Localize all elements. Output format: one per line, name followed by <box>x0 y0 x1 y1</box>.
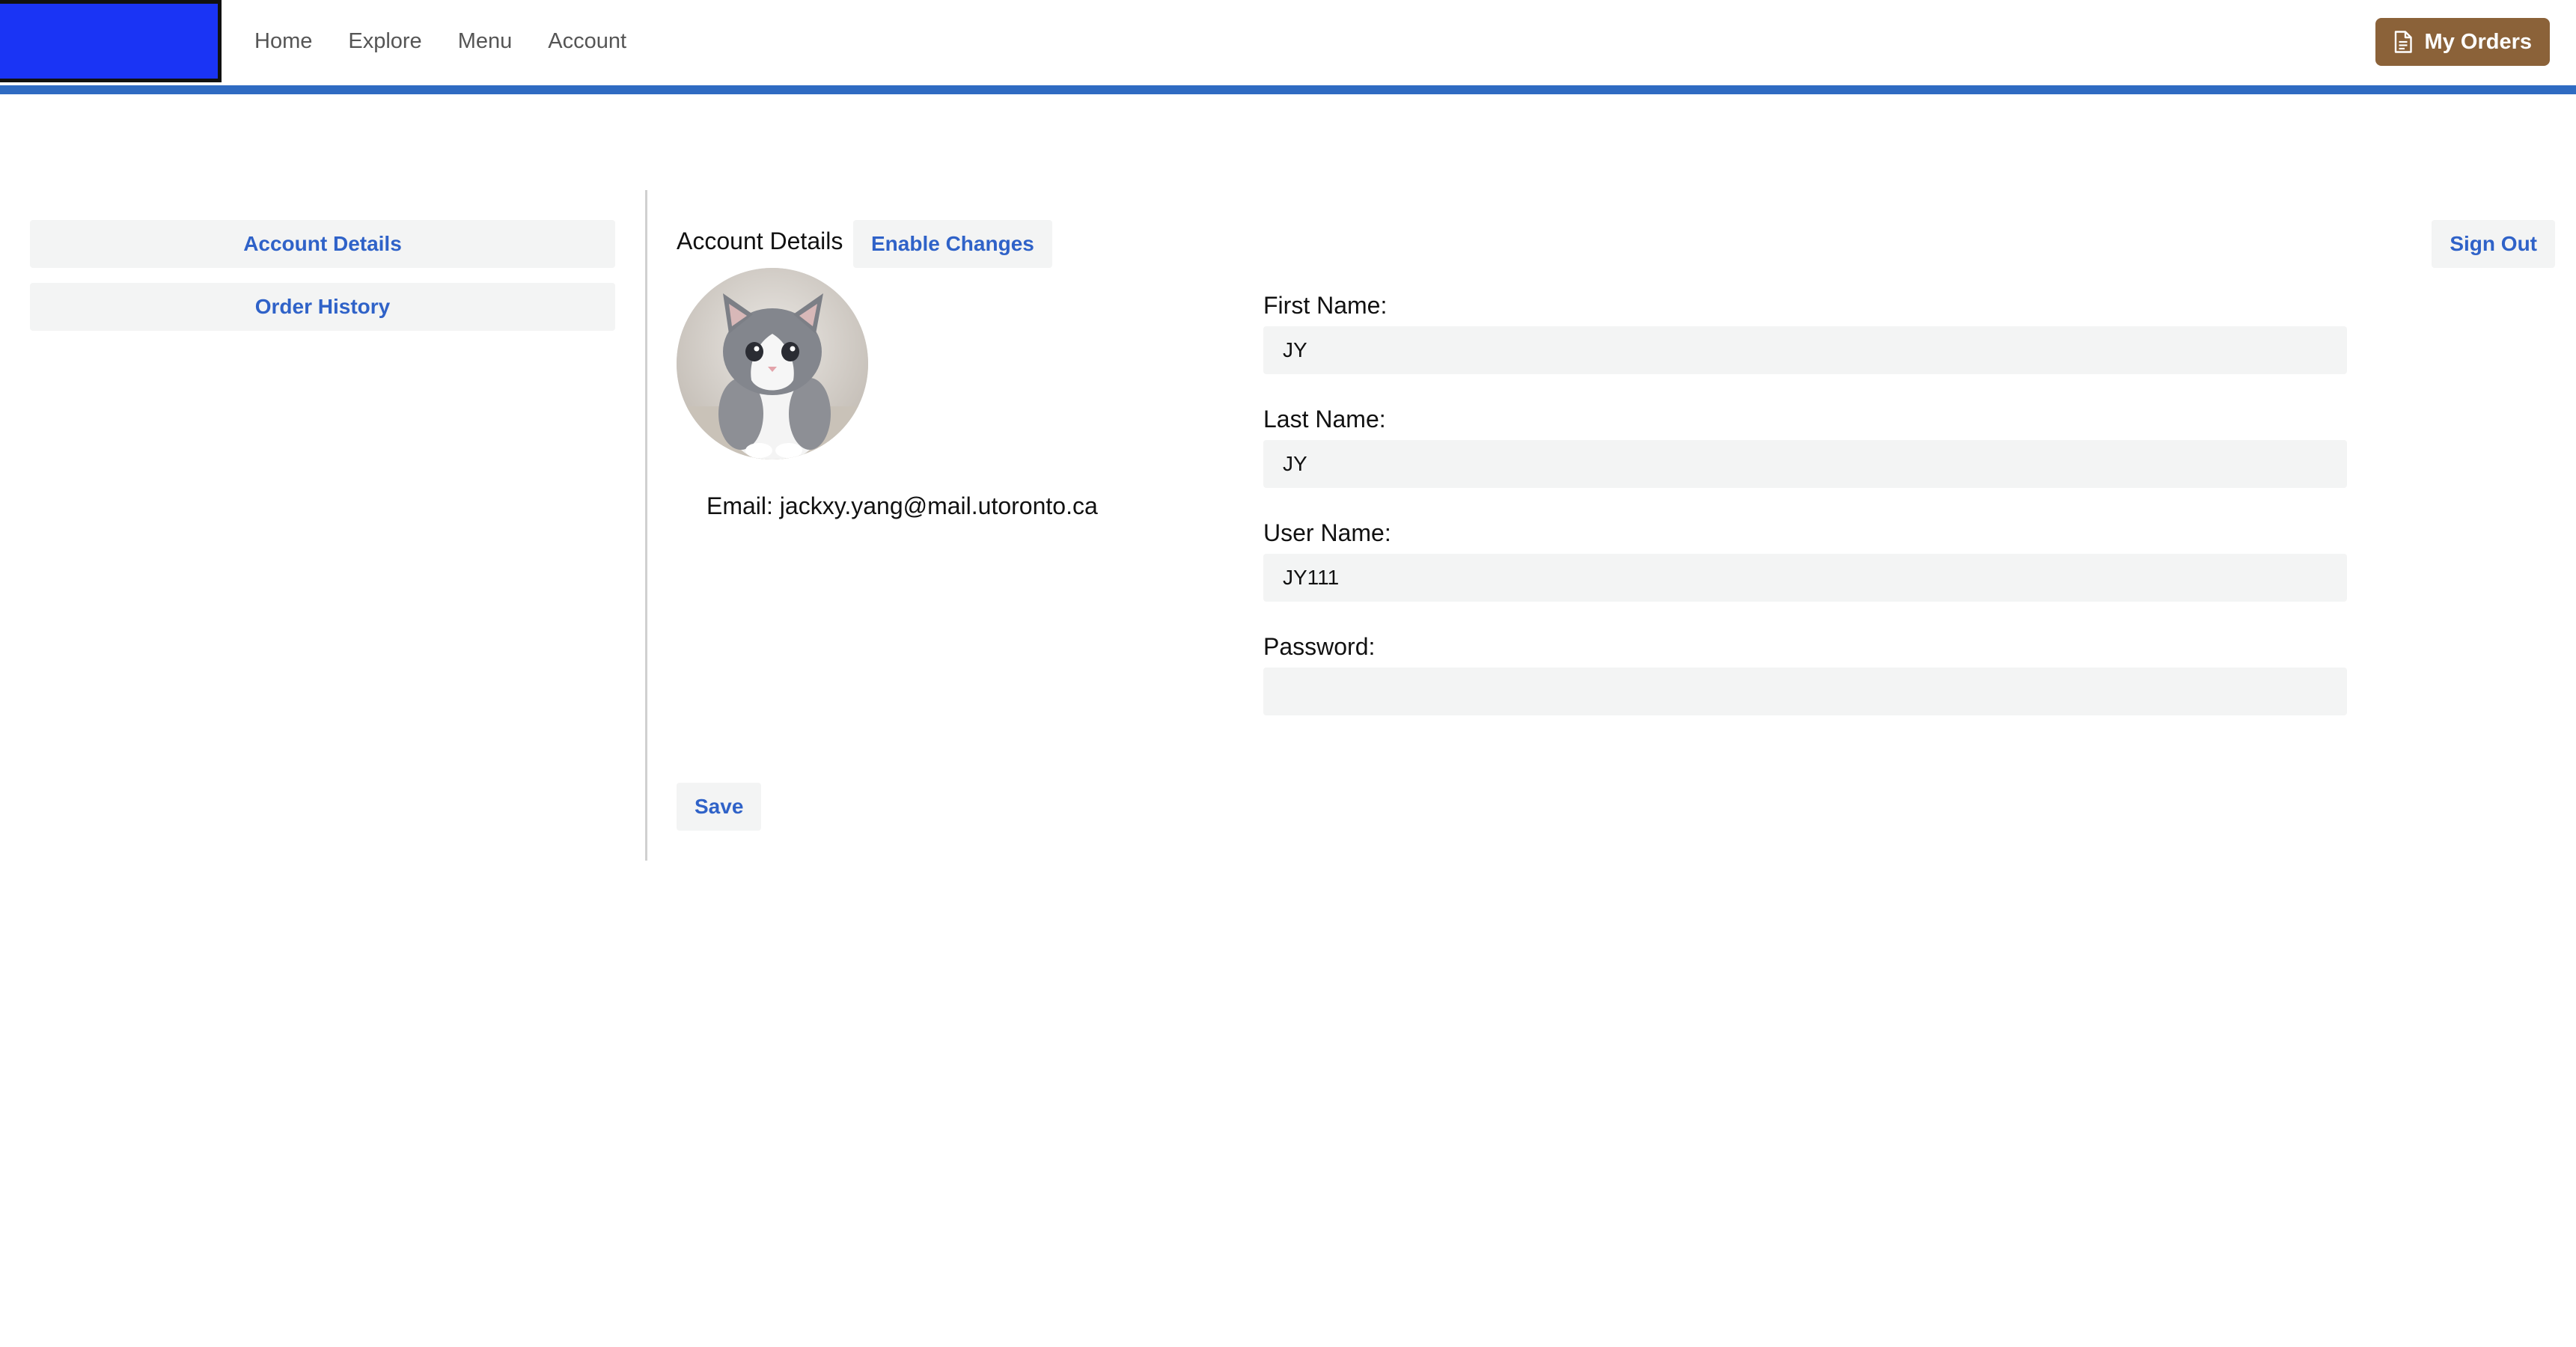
nav-link-explore[interactable]: Explore <box>348 29 421 54</box>
user-name-field-group: User Name: <box>1263 519 2347 602</box>
nav-link-home[interactable]: Home <box>254 29 312 54</box>
cat-avatar-image <box>677 268 868 459</box>
last-name-field-group: Last Name: <box>1263 406 2347 488</box>
last-name-label: Last Name: <box>1263 406 1386 433</box>
account-sidebar: Account Details Order History <box>30 220 615 346</box>
nav-link-menu[interactable]: Menu <box>458 29 513 54</box>
sidebar-item-account-details[interactable]: Account Details <box>30 220 615 268</box>
save-button[interactable]: Save <box>677 783 762 831</box>
document-icon <box>2393 31 2413 53</box>
top-navbar: Home Explore Menu Account My Orders <box>0 0 2576 94</box>
page-title: Account Details <box>677 227 843 254</box>
user-name-label: User Name: <box>1263 519 1391 546</box>
avatar <box>677 268 868 459</box>
enable-changes-button[interactable]: Enable Changes <box>853 220 1052 268</box>
password-label: Password: <box>1263 633 1376 660</box>
brand-logo[interactable] <box>0 0 222 82</box>
my-orders-button[interactable]: My Orders <box>2375 18 2550 66</box>
nav-link-account[interactable]: Account <box>548 29 626 54</box>
email-text: Email: jackxy.yang@mail.utoronto.ca <box>706 492 1098 519</box>
password-field-group: Password: <box>1263 633 2347 715</box>
account-details-panel: Account Details Enable Changes Sign Out <box>677 190 2555 864</box>
account-form: First Name: Last Name: User Name: Passwo… <box>1263 292 2347 747</box>
vertical-divider <box>645 190 647 861</box>
sign-out-button[interactable]: Sign Out <box>2432 220 2555 268</box>
sidebar-item-order-history[interactable]: Order History <box>30 283 615 331</box>
header-accent-bar <box>0 85 2576 94</box>
first-name-field-group: First Name: <box>1263 292 2347 374</box>
my-orders-label: My Orders <box>2424 29 2532 54</box>
user-name-input[interactable] <box>1263 554 2347 602</box>
password-input[interactable] <box>1263 668 2347 715</box>
first-name-input[interactable] <box>1263 326 2347 374</box>
last-name-input[interactable] <box>1263 440 2347 488</box>
first-name-label: First Name: <box>1263 292 1388 319</box>
nav-links: Home Explore Menu Account <box>254 0 626 82</box>
